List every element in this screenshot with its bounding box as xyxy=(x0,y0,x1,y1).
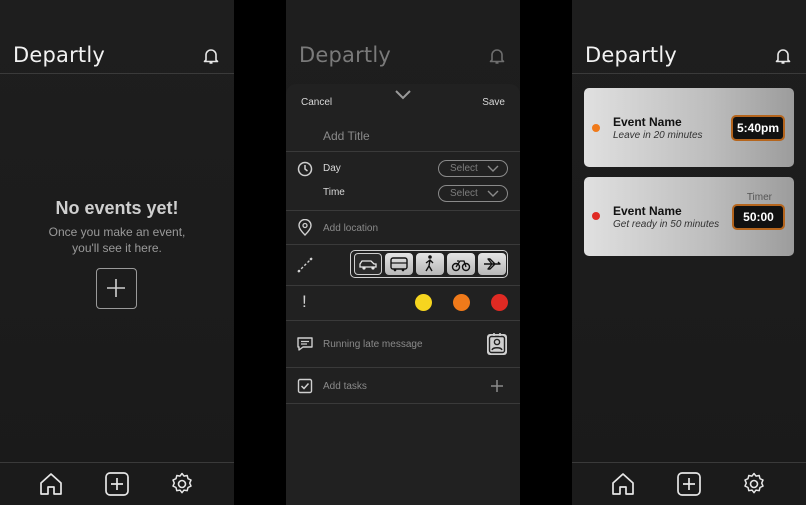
bell-icon[interactable] xyxy=(773,46,793,66)
transport-selector xyxy=(350,250,508,278)
priority-medium-dot[interactable] xyxy=(453,294,470,311)
timer-label: Timer xyxy=(746,192,772,203)
save-button[interactable]: Save xyxy=(482,97,505,108)
event-card[interactable]: Event Name Leave in 20 minutes 5:40pm xyxy=(584,88,794,167)
car-icon xyxy=(359,260,377,270)
add-icon[interactable] xyxy=(676,471,702,497)
walk-icon xyxy=(425,255,434,272)
settings-icon[interactable] xyxy=(741,471,767,497)
home-icon[interactable] xyxy=(38,471,64,497)
bus-icon xyxy=(390,257,408,272)
divider xyxy=(286,367,520,368)
app-logo: Departly xyxy=(299,43,392,67)
tasks-input[interactable]: Add tasks xyxy=(323,381,367,392)
event-name: Event Name xyxy=(613,115,682,129)
transport-plane-button[interactable] xyxy=(478,253,506,275)
day-label: Day xyxy=(323,163,341,174)
event-time: 5:40pm xyxy=(731,115,785,141)
bell-icon[interactable] xyxy=(201,46,221,66)
divider xyxy=(286,151,520,152)
home-icon[interactable] xyxy=(610,471,636,497)
header: Departly xyxy=(572,0,806,74)
add-task-plus-icon[interactable] xyxy=(490,379,504,393)
transport-bus-button[interactable] xyxy=(385,253,413,275)
divider xyxy=(286,320,520,321)
chevron-down-icon[interactable] xyxy=(394,89,412,101)
add-event-button[interactable] xyxy=(96,268,137,309)
event-card[interactable]: Event Name Get ready in 50 minutes Timer… xyxy=(584,177,794,256)
events-list-screen: Departly Event Name Leave in 20 minutes … xyxy=(572,0,806,505)
plane-icon xyxy=(484,258,501,270)
header: Departly xyxy=(0,0,234,74)
day-select[interactable]: Select xyxy=(438,160,508,177)
empty-subtitle-line1: Once you make an event, xyxy=(48,225,186,239)
transport-car-button[interactable] xyxy=(354,253,382,275)
priority-dot xyxy=(592,212,600,220)
checkbox-icon[interactable] xyxy=(297,378,313,394)
divider xyxy=(286,403,520,404)
header: Departly xyxy=(286,0,520,74)
time-select[interactable]: Select xyxy=(438,185,508,202)
priority-high-dot[interactable] xyxy=(491,294,508,311)
app-logo: Departly xyxy=(13,43,106,67)
late-message-input[interactable]: Running late message xyxy=(323,339,423,350)
app-logo: Departly xyxy=(585,43,678,67)
event-name: Event Name xyxy=(613,204,682,218)
time-label: Time xyxy=(323,187,345,198)
empty-title: No events yet! xyxy=(55,198,179,218)
empty-subtitle-line2: you'll see it here. xyxy=(72,241,162,255)
event-form-sheet: Cancel Save Add Title Day Select Time Se… xyxy=(286,84,520,505)
contact-icon[interactable] xyxy=(485,331,509,357)
empty-subtitle: Once you make an event, you'll see it he… xyxy=(0,224,234,256)
bell-icon xyxy=(489,49,505,64)
divider xyxy=(286,210,520,211)
create-event-screen: Departly Cancel Save Add Title Day Selec… xyxy=(286,0,520,505)
transport-walk-button[interactable] xyxy=(416,253,444,275)
settings-icon[interactable] xyxy=(169,471,195,497)
tab-bar xyxy=(0,462,234,505)
empty-state-screen: Departly No events yet! Once you make an… xyxy=(0,0,234,505)
event-subtitle: Leave in 20 minutes xyxy=(613,130,703,141)
bike-icon xyxy=(451,260,471,272)
chevron-down-icon xyxy=(487,165,499,172)
time-select-value: Select xyxy=(450,188,478,199)
divider xyxy=(286,285,520,286)
divider xyxy=(286,244,520,245)
cancel-button[interactable]: Cancel xyxy=(301,97,332,108)
priority-low-dot[interactable] xyxy=(415,294,432,311)
route-icon xyxy=(297,257,313,273)
priority-dot xyxy=(592,124,600,132)
tab-bar xyxy=(572,462,806,505)
day-select-value: Select xyxy=(450,163,478,174)
clock-icon xyxy=(297,161,313,177)
plus-icon xyxy=(107,279,125,297)
add-icon[interactable] xyxy=(104,471,130,497)
event-timer: 50:00 xyxy=(732,204,785,230)
location-pin-icon xyxy=(298,219,312,236)
chevron-down-icon xyxy=(487,190,499,197)
message-icon xyxy=(297,337,313,351)
title-input[interactable]: Add Title xyxy=(323,129,370,143)
priority-mark: ! xyxy=(302,292,307,311)
event-subtitle: Get ready in 50 minutes xyxy=(613,219,720,230)
transport-bike-button[interactable] xyxy=(447,253,475,275)
location-input[interactable]: Add location xyxy=(323,223,378,234)
